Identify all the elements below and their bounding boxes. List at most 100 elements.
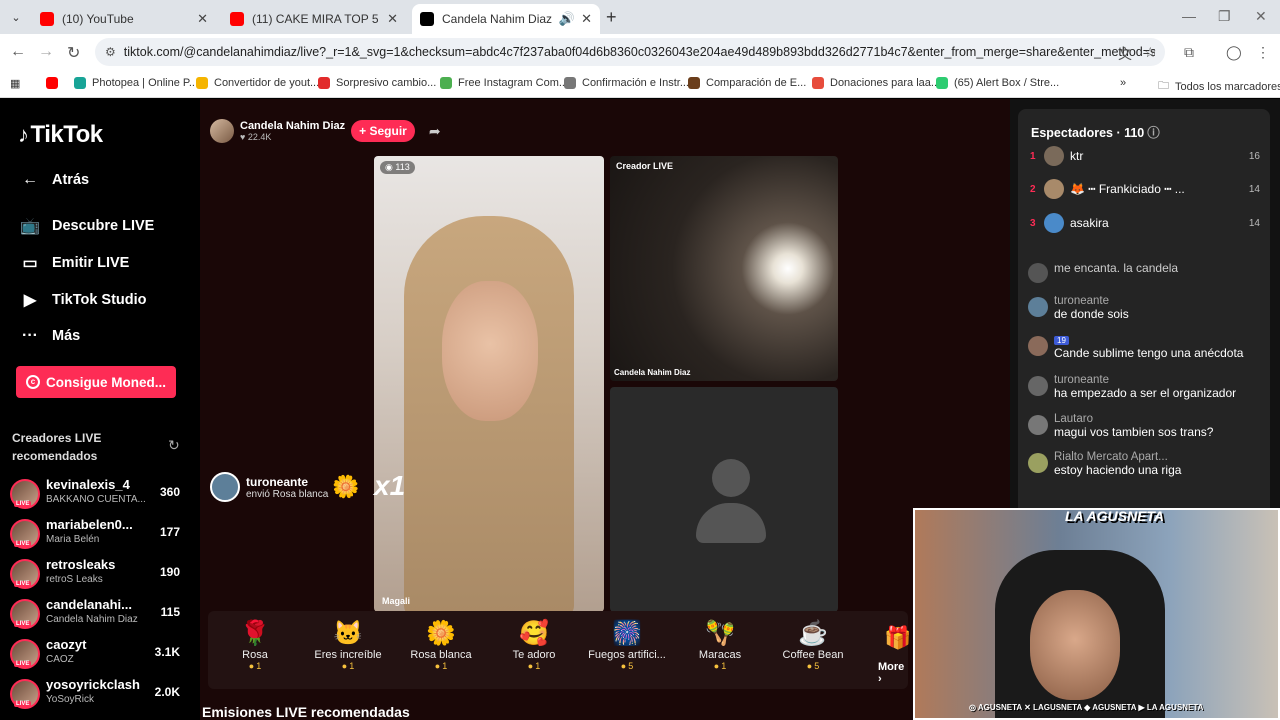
gift-bar: 🌹Rosa1 🐱Eres increíble1 🌼Rosa blanca1 🥰T…	[208, 611, 911, 689]
back-link[interactable]: ← Atrás	[20, 171, 89, 189]
nav-discover-live[interactable]: 📺 Descubre LIVE	[20, 216, 154, 236]
avatar	[1028, 415, 1048, 435]
bookmark-star-icon[interactable]: ☆	[1144, 44, 1157, 61]
tab-cake-mira[interactable]: (11) CAKE MIRA TOP 5 VÍDEOS ✕	[222, 4, 406, 34]
live-badge: LIVE	[14, 541, 32, 547]
gift-maracas[interactable]: 🪇Maracas1	[673, 619, 767, 671]
info-icon[interactable]: ⓘ	[1147, 126, 1160, 140]
more-bookmarks-icon[interactable]: »	[1120, 77, 1126, 89]
tab-youtube[interactable]: (10) YouTube ✕	[32, 4, 216, 34]
extensions-icon[interactable]: ⧉	[1184, 44, 1194, 61]
close-window-button[interactable]: ✕	[1255, 8, 1267, 25]
arrow-left-icon: ←	[22, 171, 38, 188]
back-arrow-icon[interactable]: ←	[10, 43, 26, 61]
creator-item[interactable]: LIVE caozyt CAOZ 3.1K	[10, 637, 185, 673]
bookmark-youtube[interactable]	[46, 77, 64, 89]
bookmark-alertbox[interactable]: (65) Alert Box / Stre...	[936, 77, 1059, 89]
creator-item[interactable]: LIVE retrosleaks retroS Leaks 190	[10, 557, 185, 593]
gift-rosa[interactable]: 🌹Rosa1	[208, 619, 302, 671]
white-rose-icon: 🌼	[426, 620, 456, 647]
bookmark-comparacion[interactable]: Comparación de E...	[688, 77, 806, 89]
bookmark-photopea[interactable]: Photopea | Online P...	[74, 77, 198, 89]
restore-button[interactable]: ❐	[1218, 8, 1231, 25]
avatar	[1028, 263, 1048, 283]
host-bar: Candela Nahim Diaz ♥ 22.4K + Seguir ➦	[210, 119, 441, 143]
live-badge: LIVE	[14, 581, 32, 587]
photopea-icon	[74, 77, 86, 89]
cat-icon: 🐱	[333, 620, 363, 647]
recommended-streams-title: Emisiones LIVE recomendadas	[202, 704, 410, 720]
instagram-tool-icon	[440, 77, 452, 89]
gift-box-icon[interactable]: 🎁	[884, 625, 911, 651]
tiktok-logo[interactable]: ♪ TikTok	[18, 121, 103, 149]
youtube-icon	[40, 12, 54, 26]
apps-grid-icon[interactable]: ▦	[10, 77, 20, 90]
empty-guest-slot[interactable]	[610, 387, 838, 612]
refresh-icon[interactable]: ↻	[168, 437, 180, 454]
bookmark-donaciones[interactable]: Donaciones para laa...	[812, 77, 940, 89]
profile-icon[interactable]: ◯	[1226, 44, 1242, 61]
bookmarks-bar: ▦ Photopea | Online P... Convertidor de …	[0, 70, 1280, 98]
top-viewer-row[interactable]: 1 ktr 16	[1030, 144, 1260, 168]
get-coins-button[interactable]: c Consigue Moned...	[16, 366, 176, 398]
avatar	[1028, 453, 1048, 473]
avatar	[210, 472, 240, 502]
forward-arrow-icon[interactable]: →	[38, 43, 54, 61]
bookmark-sorpresivo[interactable]: Sorpresivo cambio...	[318, 77, 436, 89]
close-icon[interactable]: ✕	[387, 11, 398, 27]
tab-tiktok[interactable]: Candela Nahim Diaz (@can 🔊 ✕	[412, 4, 600, 34]
site-icon	[812, 77, 824, 89]
fireworks-icon: 🎆	[612, 620, 642, 647]
more-gifts-button[interactable]: More ›	[878, 661, 908, 685]
close-icon[interactable]: ✕	[581, 11, 592, 27]
live-badge: LIVE	[14, 621, 32, 627]
youtube-icon	[46, 77, 58, 89]
creator-live-label: Creador LIVE	[616, 161, 674, 171]
nav-tiktok-studio[interactable]: ▶ TikTok Studio	[20, 290, 147, 310]
new-tab-button[interactable]: +	[606, 7, 617, 28]
host-avatar[interactable]	[210, 119, 234, 143]
creator-item[interactable]: LIVE yosoyrickclash YoSoyRick 2.0K	[10, 677, 185, 713]
bookmark-convertidor[interactable]: Convertidor de yout...	[196, 77, 319, 89]
nav-go-live[interactable]: ▭ Emitir LIVE	[20, 253, 129, 273]
site-info-icon[interactable]: ⚙	[105, 45, 116, 59]
top-viewer-row[interactable]: 3 asakira 14	[1030, 211, 1260, 235]
gift-fuegos[interactable]: 🎆Fuegos artifici...5	[580, 619, 674, 671]
all-bookmarks[interactable]: 🗀 Todos los marcadores	[1158, 77, 1280, 96]
tv-icon: 📺	[20, 218, 40, 235]
main-video[interactable]: ◉ 113 Magali	[374, 156, 604, 612]
creator-item[interactable]: LIVE kevinalexis_4 BAKKANO CUENTA... 360	[10, 477, 185, 513]
translate-icon[interactable]: 文	[1118, 44, 1132, 64]
avatar	[1044, 213, 1064, 233]
creator-item[interactable]: LIVE candelanahi... Candela Nahim Diaz 115	[10, 597, 185, 633]
share-icon[interactable]: ➦	[429, 123, 441, 140]
bookmark-instagram[interactable]: Free Instagram Com...	[440, 77, 568, 89]
gift-multiplier: x1	[374, 470, 406, 501]
reload-icon[interactable]: ↻	[67, 43, 80, 63]
live-stream-area: Candela Nahim Diaz ♥ 22.4K + Seguir ➦ ◉ …	[200, 99, 1010, 720]
live-badge: LIVE	[14, 501, 32, 507]
gift-rosa-blanca[interactable]: 🌼Rosa blanca1	[394, 619, 488, 671]
creator-video[interactable]: Creador LIVE Candela Nahim Diaz	[610, 156, 838, 381]
minimize-button[interactable]: —	[1182, 8, 1196, 24]
gift-te-adoro[interactable]: 🥰Te adoro1	[487, 619, 581, 671]
nav-more[interactable]: ··· Más	[20, 327, 80, 345]
menu-dots-icon[interactable]: ⋮	[1256, 44, 1270, 61]
close-icon[interactable]: ✕	[197, 11, 208, 27]
left-sidebar: ♪ TikTok ← Atrás 📺 Descubre LIVE ▭ Emitir LI…	[0, 99, 200, 720]
gift-eres-increible[interactable]: 🐱Eres increíble1	[301, 619, 395, 671]
bookmark-confirmacion[interactable]: Confirmación e Instr...	[564, 77, 689, 89]
tab-search-icon[interactable]: ⌄	[6, 8, 26, 28]
follow-button[interactable]: + Seguir	[351, 120, 415, 142]
top-viewer-row[interactable]: 2 🦊 ┅ Frankiciado ┅ ... 14	[1030, 177, 1260, 201]
address-bar[interactable]: ⚙ tiktok.com/@candelanahimdiaz/live?_r=1…	[95, 38, 1165, 66]
social-handles-bar: ◎ AGUSNETA ✕ LAGUSNETA ◆ AGUSNETA ▶ LA A…	[969, 703, 1204, 712]
streamer-webcam-overlay: LA AGUSNETA ◎ AGUSNETA ✕ LAGUSNETA ◆ AGU…	[913, 508, 1280, 720]
rose-icon: 🌹	[240, 620, 270, 647]
viewers-title[interactable]: Espectadores · 110 ⓘ	[1031, 122, 1160, 141]
user-placeholder-icon	[712, 459, 750, 497]
gift-coffee-bean[interactable]: ☕Coffee Bean5	[766, 619, 860, 671]
creator-item[interactable]: LIVE mariabelen0... Maria Belén 177	[10, 517, 185, 553]
speaker-icon[interactable]: 🔊	[559, 11, 575, 27]
chat-message: Lautaro magui vos tambien sos trans?	[1028, 413, 1264, 439]
